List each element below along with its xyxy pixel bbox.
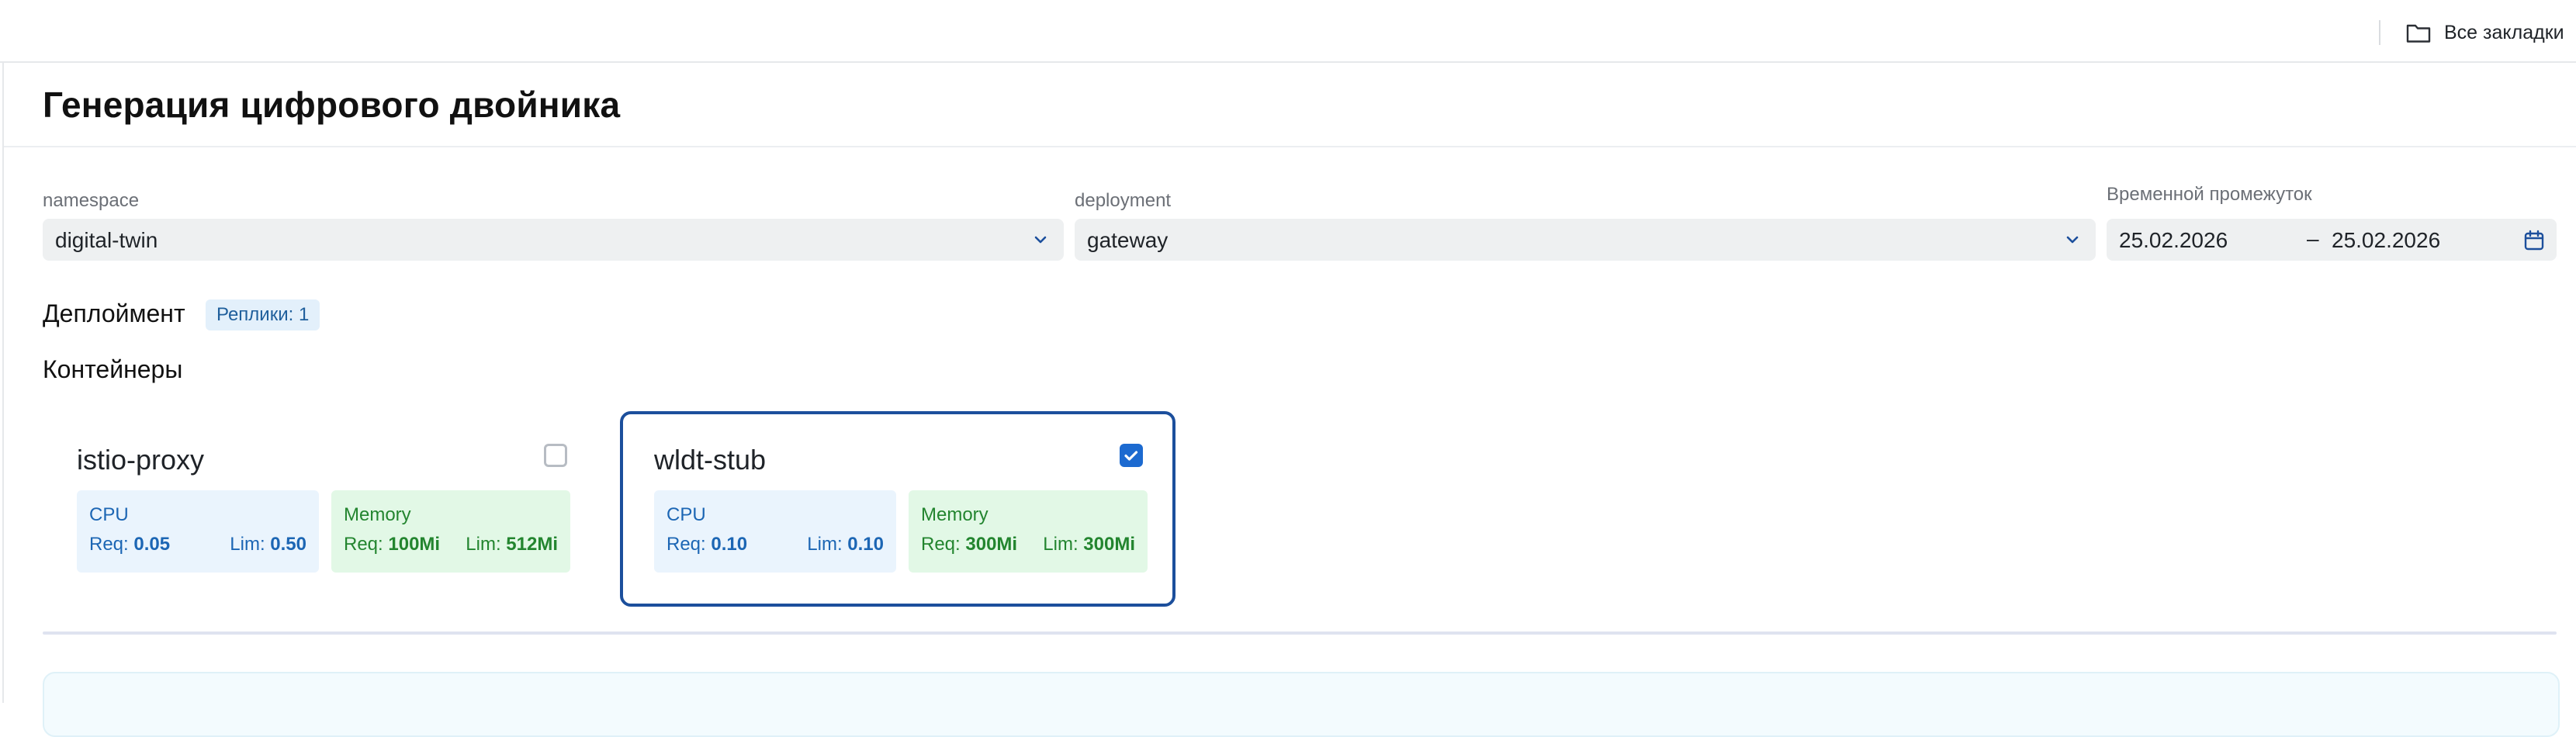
memory-stats: Memory Req: 300Mi Lim: 300Mi xyxy=(909,490,1148,573)
container-checkbox[interactable] xyxy=(1120,444,1143,467)
cpu-stats: CPU Req: 0.10 Lim: 0.10 xyxy=(654,490,896,573)
memory-request: Req: 300Mi xyxy=(921,534,1018,555)
all-bookmarks-label: Все закладки xyxy=(2444,21,2564,43)
namespace-label: namespace xyxy=(43,190,140,211)
date-to[interactable]: 25.02.2026 xyxy=(2332,228,2440,253)
cpu-request: Req: 0.10 xyxy=(667,534,748,555)
cpu-request: Req: 0.05 xyxy=(89,534,171,555)
replicas-badge: Реплики: 1 xyxy=(206,299,320,330)
container-name: wldt-stub xyxy=(654,444,767,476)
top-bar-separator xyxy=(2379,20,2380,45)
cpu-label: CPU xyxy=(89,504,129,525)
container-checkbox[interactable] xyxy=(544,444,567,467)
deployment-value: gateway xyxy=(1087,228,1169,252)
title-bar: Генерация цифрового двойника xyxy=(4,62,2576,147)
calendar-icon[interactable] xyxy=(2522,229,2546,252)
date-range-input[interactable]: 25.02.2026 – 25.02.2026 xyxy=(2107,219,2557,261)
namespace-value: digital-twin xyxy=(55,228,158,252)
namespace-select[interactable]: digital-twin xyxy=(43,219,1064,261)
check-icon xyxy=(1124,451,1138,461)
folder-icon xyxy=(2406,24,2431,43)
deployment-label: deployment xyxy=(1075,190,1172,211)
container-name: istio-proxy xyxy=(77,444,205,476)
period-label: Временной промежуток xyxy=(2107,184,2312,205)
page-title: Генерация цифрового двойника xyxy=(43,85,621,125)
memory-limit: Lim: 512Mi xyxy=(466,534,558,555)
containers-heading: Контейнеры xyxy=(43,355,183,383)
date-from[interactable]: 25.02.2026 xyxy=(2119,228,2228,253)
container-card-wldt-stub[interactable]: wldt-stub CPU Req: 0.10 Lim: 0.10 Memory… xyxy=(620,411,1175,607)
cpu-label: CPU xyxy=(667,504,706,525)
memory-label: Memory xyxy=(344,504,411,525)
container-card-istio-proxy[interactable]: istio-proxy CPU Req: 0.05 Lim: 0.50 Memo… xyxy=(43,411,598,607)
memory-request: Req: 100Mi xyxy=(344,534,441,555)
cpu-limit: Lim: 0.50 xyxy=(230,534,306,555)
memory-stats: Memory Req: 100Mi Lim: 512Mi xyxy=(331,490,570,573)
chevron-down-icon xyxy=(2066,236,2079,244)
date-separator: – xyxy=(2307,227,2319,251)
results-panel xyxy=(43,672,2560,737)
memory-label: Memory xyxy=(921,504,989,525)
chevron-down-icon xyxy=(1034,236,1047,244)
cpu-limit: Lim: 0.10 xyxy=(807,534,884,555)
deployment-heading: Деплоймент xyxy=(43,299,185,327)
section-divider xyxy=(43,631,2557,635)
all-bookmarks-button[interactable]: Все закладки xyxy=(2405,19,2564,47)
memory-limit: Lim: 300Mi xyxy=(1043,534,1135,555)
main-panel: Генерация цифрового двойника namespace d… xyxy=(2,62,2576,737)
cpu-stats: CPU Req: 0.05 Lim: 0.50 xyxy=(77,490,319,573)
deployment-select[interactable]: gateway xyxy=(1075,219,2096,261)
top-bar: Все закладки xyxy=(0,0,2576,63)
